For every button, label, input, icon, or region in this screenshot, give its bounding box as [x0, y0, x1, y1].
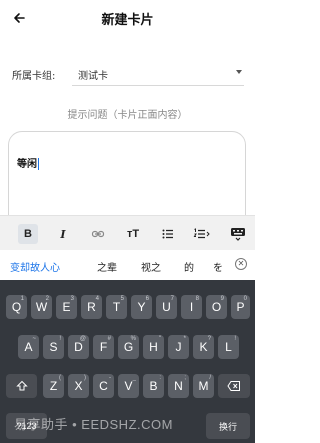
prompt-hint: 提示问题（卡片正面内容） — [67, 110, 188, 121]
key-i[interactable]: 8I — [181, 295, 202, 319]
key-x[interactable]: ) X — [68, 374, 89, 398]
format-toolbar: B I тT — [0, 215, 255, 250]
suggestion-item[interactable]: 之辈 — [97, 259, 117, 274]
backspace-key[interactable] — [218, 374, 250, 398]
key-d[interactable]: @ D — [68, 335, 89, 359]
suggestion-item[interactable]: 视之 — [141, 259, 161, 274]
key-t[interactable]: 5T — [106, 295, 127, 319]
watermark-text: 易享助手 • EEDSHZ.COM — [14, 417, 173, 432]
key-l[interactable]: ! L — [218, 335, 239, 359]
key-b[interactable]: :B — [143, 374, 164, 398]
bold-icon: B — [24, 228, 32, 240]
numbered-list-icon — [193, 228, 210, 239]
italic-icon: I — [60, 227, 66, 241]
soft-keyboard: 变却故人心 之辈 视之 的 を ✕ 1Q 2W 3E 4R 5T 6Y 7U 8… — [0, 250, 255, 443]
bold-button[interactable]: B — [18, 224, 38, 244]
italic-button[interactable]: I — [53, 224, 73, 244]
card-group-select[interactable]: 测试卡 — [72, 62, 244, 86]
key-a[interactable]: ~ A — [18, 335, 39, 359]
key-n[interactable]: ; N — [168, 374, 189, 398]
suggestion-item[interactable]: 的 — [184, 259, 194, 274]
link-icon — [91, 230, 105, 238]
app-header: 新建卡片 — [0, 0, 255, 36]
key-c[interactable]: -C — [93, 374, 114, 398]
keyboard-hide-icon — [231, 228, 245, 241]
suggestion-bar: 变却故人心 之辈 视之 的 を ✕ — [0, 250, 255, 280]
key-z[interactable]: (Z — [43, 374, 64, 398]
hide-keyboard-button[interactable] — [228, 224, 248, 244]
card-group-row: 所属卡组: 测试卡 — [0, 62, 255, 86]
key-m[interactable]: / M — [193, 374, 214, 398]
shift-icon — [15, 380, 28, 391]
editor-content: 等闲 — [17, 159, 37, 170]
backspace-icon — [227, 381, 240, 391]
key-e[interactable]: 3E — [56, 295, 77, 319]
text-cursor — [38, 158, 39, 170]
key-q[interactable]: 1Q — [6, 295, 27, 319]
key-u[interactable]: 7U — [156, 295, 177, 319]
key-h[interactable]: " H — [143, 335, 164, 359]
bullet-list-icon — [162, 229, 173, 239]
key-g[interactable]: % G — [118, 335, 139, 359]
key-o[interactable]: 9O — [206, 295, 227, 319]
card-group-label: 所属卡组: — [12, 71, 56, 82]
link-button[interactable] — [88, 224, 108, 244]
key-y[interactable]: 6Y — [131, 295, 152, 319]
card-group-value: 测试卡 — [78, 71, 108, 82]
suggestion-item[interactable]: を — [213, 259, 223, 274]
dropdown-arrow-icon — [236, 70, 242, 74]
new-card-screen: 新建卡片 所属卡组: 测试卡 提示问题（卡片正面内容） 等闲 B I тT 变却… — [0, 0, 255, 443]
key-s[interactable]: ! S — [43, 335, 64, 359]
page-title: 新建卡片 — [101, 13, 154, 28]
enter-key[interactable]: 换行 — [206, 413, 250, 439]
text-size-icon: тT — [126, 228, 140, 240]
suggestion-item[interactable]: 变却故人心 — [10, 259, 60, 274]
shift-key[interactable] — [6, 374, 37, 398]
key-p[interactable]: 0P — [231, 295, 250, 319]
key-w[interactable]: 2W — [31, 295, 52, 319]
key-f[interactable]: # F — [93, 335, 114, 359]
bullet-list-button[interactable] — [158, 224, 178, 244]
key-v[interactable]: _ V — [118, 374, 139, 398]
text-size-button[interactable]: тT — [123, 224, 143, 244]
select-underline — [72, 85, 244, 86]
key-r[interactable]: 4R — [81, 295, 102, 319]
card-front-text[interactable]: 等闲 — [17, 155, 39, 170]
key-k[interactable]: ? K — [193, 335, 214, 359]
key-j[interactable]: * J — [168, 335, 189, 359]
close-suggestions-icon[interactable]: ✕ — [235, 258, 247, 270]
numbered-list-button[interactable] — [192, 224, 212, 244]
